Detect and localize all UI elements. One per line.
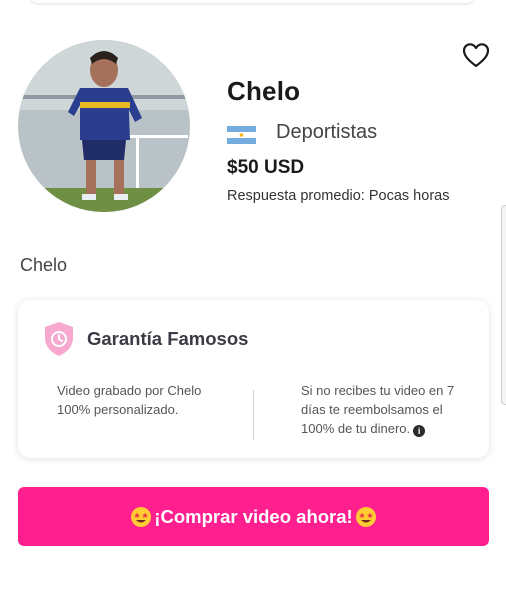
price: $50 USD xyxy=(227,157,305,178)
guarantee-title: Garantía Famosos xyxy=(87,328,249,349)
talent-category-link[interactable]: Deportistas xyxy=(276,121,377,144)
favorite-heart-icon[interactable] xyxy=(462,42,490,68)
previous-card-edge xyxy=(30,0,475,3)
talent-bio: Chelo xyxy=(20,255,68,275)
star-struck-emoji-icon xyxy=(355,506,376,527)
info-icon[interactable]: i xyxy=(413,425,426,437)
guarantee-card: Garantía Famosos Video grabado por Chelo… xyxy=(18,300,489,458)
scrollbar[interactable] xyxy=(501,205,506,405)
guarantee-right-text: Si no recibes tu video en 7 días te reem… xyxy=(301,383,455,436)
avatar xyxy=(18,40,190,212)
talent-name: Chelo xyxy=(227,76,301,106)
buy-video-button[interactable]: ¡Comprar video ahora! xyxy=(18,487,489,546)
shield-icon xyxy=(45,322,73,356)
argentina-flag-icon xyxy=(227,126,256,144)
guarantee-left-text: Video grabado por Chelo 100% personaliza… xyxy=(57,383,202,417)
buy-button-label: ¡Comprar video ahora! xyxy=(154,505,353,527)
response-time: Respuesta promedio: Pocas horas xyxy=(227,188,450,204)
star-struck-emoji-icon xyxy=(131,506,152,527)
guarantee-right-block: Si no recibes tu video en 7 días te reem… xyxy=(301,381,471,438)
divider xyxy=(253,390,254,440)
